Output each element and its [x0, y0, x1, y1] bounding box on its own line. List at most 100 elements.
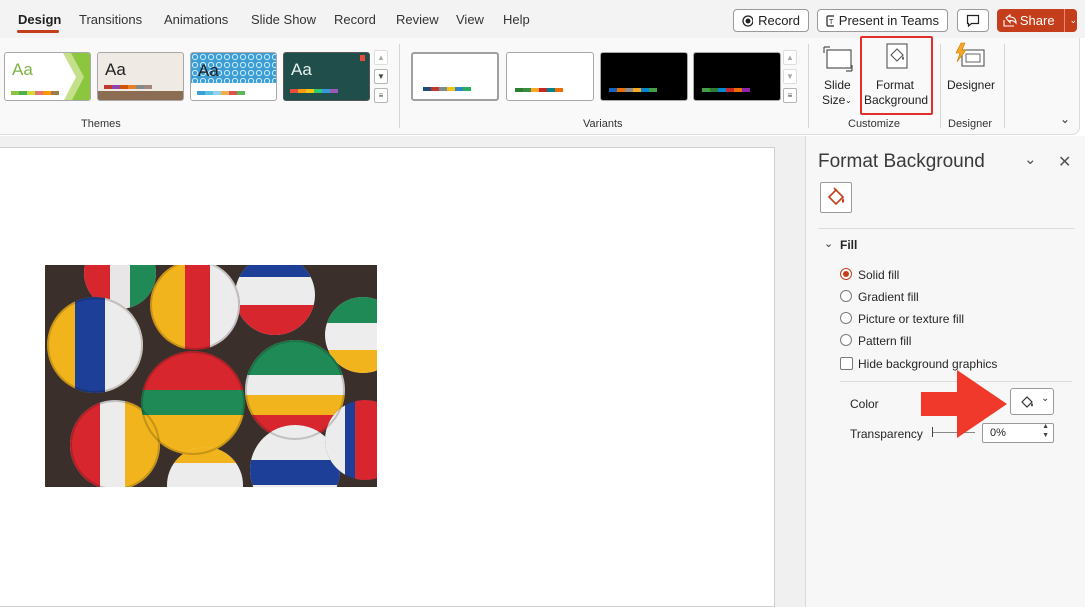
format-background-button[interactable]: Format Background	[860, 36, 933, 115]
fill-section-header[interactable]: Fill	[840, 238, 857, 252]
paint-bucket-icon	[827, 187, 845, 206]
variant-thumbnail-4[interactable]	[693, 52, 781, 101]
pane-title: Format Background	[818, 151, 985, 172]
designer-button[interactable]: Designer	[946, 41, 996, 111]
tab-transitions[interactable]: Transitions	[79, 12, 142, 27]
fill-color-bucket-icon	[1021, 396, 1033, 408]
solid-fill-radio[interactable]	[840, 268, 852, 280]
customize-group-label: Customize	[848, 118, 900, 130]
theme-thumbnail-1[interactable]: Aa	[4, 52, 91, 101]
designer-lightning-icon	[955, 42, 985, 67]
format-background-icon	[886, 43, 908, 69]
variants-more-icon[interactable]: ≡	[783, 88, 797, 103]
variants-group-label: Variants	[583, 118, 623, 130]
comment-icon	[966, 14, 980, 27]
collapse-ribbon-chevron-icon[interactable]: ⌄	[1060, 112, 1070, 126]
theme-3-glyph: Aa	[198, 61, 219, 80]
slide-size-label-1: Slide	[824, 78, 851, 92]
pane-options-chevron-icon[interactable]: ⌄	[1024, 150, 1037, 168]
ribbon-separator-1	[399, 44, 400, 128]
themes-more-icon[interactable]: ≡	[374, 88, 388, 103]
variant-thumbnail-3[interactable]	[600, 52, 688, 101]
teams-icon: T	[826, 14, 834, 27]
transparency-label: Transparency	[850, 427, 923, 441]
designer-label: Designer	[947, 78, 996, 92]
pattern-fill-label[interactable]: Pattern fill	[858, 334, 911, 348]
tab-review[interactable]: Review	[396, 12, 439, 27]
ribbon-separator-4	[1004, 44, 1005, 128]
gradient-fill-radio[interactable]	[840, 290, 852, 302]
fill-category-tab[interactable]	[820, 182, 852, 213]
variant-thumbnail-1[interactable]	[411, 52, 499, 101]
share-divider	[1063, 9, 1065, 32]
chevron-down-icon[interactable]: ⌄	[1069, 15, 1077, 26]
tab-help[interactable]: Help	[503, 12, 530, 27]
fill-collapse-chevron-icon[interactable]: ⌄	[824, 237, 833, 250]
record-button[interactable]: Record	[733, 9, 809, 32]
ribbon-separator-3	[940, 44, 941, 128]
theme-3-swatches	[197, 91, 245, 95]
share-icon	[1003, 13, 1017, 27]
red-arrow-annotation-icon	[921, 370, 1007, 438]
variant-3-swatches	[609, 88, 657, 92]
spin-up-icon[interactable]: ▲	[1042, 423, 1049, 430]
theme-4-mark	[360, 55, 365, 61]
tab-design[interactable]: Design	[18, 12, 61, 27]
variant-2-swatches	[515, 88, 563, 92]
spin-down-icon[interactable]: ▼	[1042, 432, 1049, 439]
hide-background-graphics-label[interactable]: Hide background graphics	[858, 357, 997, 371]
solid-fill-label[interactable]: Solid fill	[858, 268, 899, 282]
theme-2-swatches	[104, 85, 152, 89]
slide-size-label-2: Size	[822, 93, 846, 107]
designer-group-label: Designer	[948, 118, 993, 130]
themes-scroll-up-icon[interactable]: ▲	[374, 50, 388, 65]
themes-group-label: Themes	[81, 118, 121, 130]
themes-scroll-down-icon[interactable]: ▼	[374, 69, 388, 84]
record-icon	[742, 14, 754, 27]
tab-bar: Design Transitions Animations Slide Show…	[0, 0, 1085, 38]
color-dropdown-chevron-icon: ⌄	[1041, 393, 1050, 404]
color-label: Color	[850, 397, 879, 411]
beach-balls-image[interactable]	[45, 265, 377, 487]
theme-thumbnail-3[interactable]: Aa	[190, 52, 277, 101]
picture-texture-fill-label[interactable]: Picture or texture fill	[858, 312, 964, 326]
hide-background-graphics-checkbox[interactable]	[840, 357, 853, 370]
active-tab-indicator	[17, 30, 59, 33]
tab-slide-show[interactable]: Slide Show	[251, 12, 316, 27]
variant-1-swatches	[423, 87, 471, 91]
tab-view[interactable]: View	[456, 12, 484, 27]
picture-texture-fill-radio[interactable]	[840, 312, 852, 324]
gradient-fill-label[interactable]: Gradient fill	[858, 290, 919, 304]
format-background-label-1: Format	[876, 78, 915, 92]
theme-thumbnail-2[interactable]: Aa	[97, 52, 184, 101]
theme-thumbnail-4[interactable]: Aa	[283, 52, 370, 101]
pattern-fill-radio[interactable]	[840, 334, 852, 346]
slide-size-button[interactable]: Slide Size ⌄	[817, 41, 859, 111]
close-pane-icon[interactable]: ✕	[1058, 152, 1071, 172]
color-picker-dropdown[interactable]: ⌄	[1010, 388, 1054, 415]
comments-button[interactable]	[957, 9, 989, 32]
variant-4-swatches	[702, 88, 750, 92]
theme-1-swatches	[11, 91, 59, 95]
variant-thumbnail-2[interactable]	[506, 52, 594, 101]
ribbon-separator-2	[808, 44, 809, 128]
record-button-label: Record	[758, 13, 800, 28]
theme-1-glyph: Aa	[12, 60, 33, 79]
theme-2-glyph: Aa	[105, 60, 126, 79]
share-label: Share	[1019, 13, 1055, 28]
present-in-teams-label: Present in Teams	[838, 13, 939, 28]
present-in-teams-button[interactable]: T Present in Teams	[817, 9, 948, 32]
share-button[interactable]: Share ⌄	[997, 9, 1077, 32]
slide-size-chevron-icon: ⌄	[845, 96, 852, 105]
pane-divider	[818, 228, 1075, 229]
tab-animations[interactable]: Animations	[164, 12, 228, 27]
format-background-label-2: Background	[864, 93, 929, 107]
slide-size-icon	[823, 46, 853, 72]
theme-2-floor	[98, 91, 183, 100]
variants-scroll-down-icon[interactable]: ▼	[783, 69, 797, 84]
theme-4-glyph: Aa	[291, 60, 312, 79]
variants-scroll-up-icon[interactable]: ▲	[783, 50, 797, 65]
theme-4-swatches	[290, 89, 338, 93]
tab-record[interactable]: Record	[334, 12, 376, 27]
svg-text:T: T	[829, 19, 834, 26]
